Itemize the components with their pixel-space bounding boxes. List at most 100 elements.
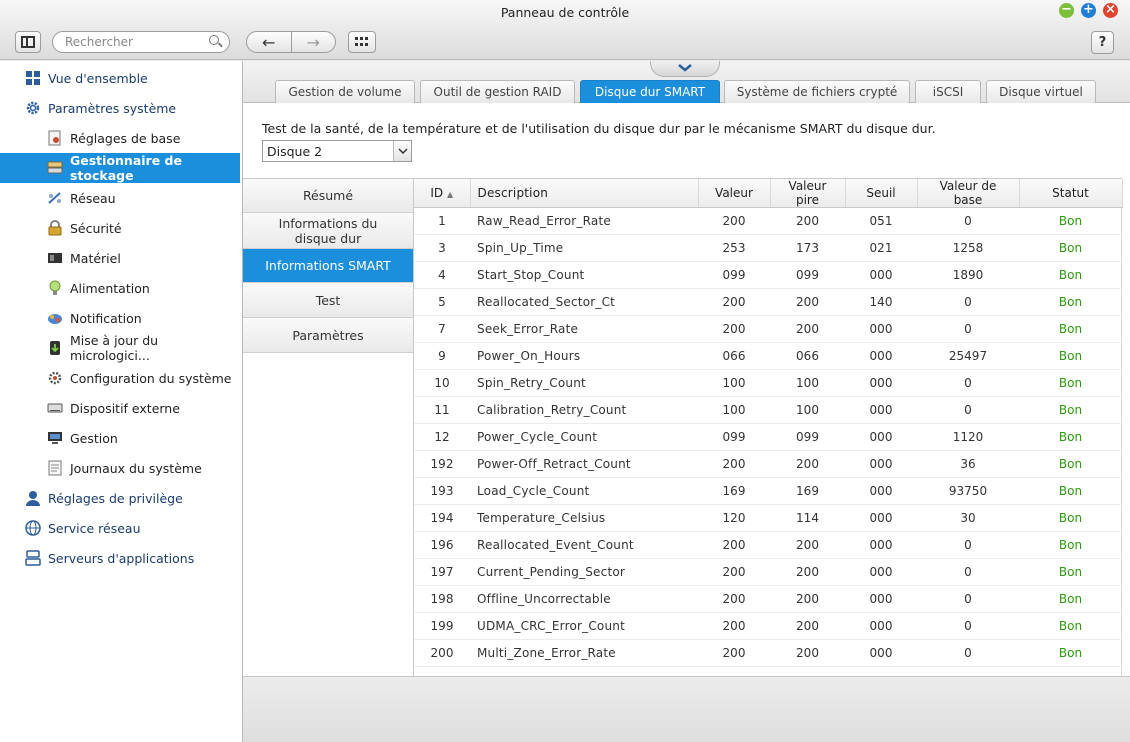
table-row[interactable]: 200 Multi_Zone_Error_Rate 200 200 000 0 Bon [414, 639, 1122, 667]
cell-description: UDMA_CRC_Error_Count [470, 612, 698, 640]
lock-icon [47, 220, 63, 236]
sidebar-item-network-service[interactable]: Service réseau [0, 513, 240, 543]
minimize-button[interactable]: − [1059, 3, 1074, 18]
table-row[interactable]: 7 Seek_Error_Rate 200 200 000 0 Bon [414, 315, 1122, 343]
table-row[interactable]: 11 Calibration_Retry_Count 100 100 000 0 Bon [414, 396, 1122, 424]
table-row[interactable]: 10 Spin_Retry_Count 100 100 000 0 Bon [414, 369, 1122, 397]
tab-virtual-disk[interactable]: Disque virtuel [986, 80, 1096, 103]
cell-worst: 100 [770, 369, 845, 397]
column-header-raw-value[interactable]: Valeur de base [917, 179, 1020, 208]
sidebar-item-hardware[interactable]: Matériel [0, 243, 240, 273]
column-header-label: ID [430, 186, 444, 200]
sidebar-item-security[interactable]: Sécurité [0, 213, 240, 243]
cell-id: 200 [414, 639, 470, 667]
column-header-threshold[interactable]: Seuil [845, 179, 918, 208]
chevron-down-icon[interactable] [393, 141, 411, 161]
sidebar-item-notification[interactable]: Notification [0, 303, 240, 333]
cell-status: Bon [1019, 234, 1122, 262]
cell-description: Temperature_Celsius [470, 504, 698, 532]
cell-status: Bon [1019, 369, 1122, 397]
table-row[interactable]: 1 Raw_Read_Error_Rate 200 200 051 0 Bon [414, 207, 1122, 235]
sidebar-item-firmware-update[interactable]: Mise à jour du micrologici... [0, 333, 240, 363]
sidebar-item-privilege-settings[interactable]: Réglages de privilège [0, 483, 240, 513]
search-box[interactable] [52, 31, 230, 53]
sidebar-item-system-configuration[interactable]: Configuration du système [0, 363, 240, 393]
cell-worst: 200 [770, 315, 845, 343]
table-row[interactable]: 197 Current_Pending_Sector 200 200 000 0 Bon [414, 558, 1122, 586]
sidebar-item-application-servers[interactable]: Serveurs d'applications [0, 543, 240, 573]
subnav-smart-info[interactable]: Informations SMART [243, 249, 413, 283]
forward-button[interactable]: → [292, 32, 336, 52]
sidebar-item-overview[interactable]: Vue d'ensemble [0, 63, 240, 93]
column-header-value[interactable]: Valeur [698, 179, 771, 208]
cell-threshold: 000 [845, 450, 917, 478]
column-header-worst[interactable]: Valeur pire [770, 179, 846, 208]
sidebar-item-system-logs[interactable]: Journaux du système [0, 453, 240, 483]
apps-grid-button[interactable] [348, 31, 376, 53]
sidebar-item-label: Paramètres système [48, 100, 177, 116]
column-header-id[interactable]: ID ▲ [414, 179, 471, 208]
cell-id: 193 [414, 477, 470, 505]
column-header-description[interactable]: Description [470, 179, 699, 208]
back-button[interactable]: ← [247, 32, 292, 52]
tab-hdd-smart[interactable]: Disque dur SMART [580, 80, 720, 103]
column-header-status[interactable]: Statut [1019, 179, 1123, 208]
cell-value: 200 [698, 288, 770, 316]
cell-value: 200 [698, 585, 770, 613]
sidebar-item-system-settings[interactable]: Paramètres système [0, 93, 240, 123]
cell-raw-value: 36 [917, 450, 1019, 478]
sidebar-item-label: Notification [70, 310, 142, 326]
cell-raw-value: 1120 [917, 423, 1019, 451]
tab-raid-management[interactable]: Outil de gestion RAID [420, 80, 575, 103]
close-button[interactable]: × [1103, 3, 1118, 18]
table-row[interactable]: 3 Spin_Up_Time 253 173 021 1258 Bon [414, 234, 1122, 262]
sidebar-item-label: Gestionnaire de stockage [70, 153, 182, 183]
chevron-down-icon [678, 64, 692, 72]
sidebar-item-network[interactable]: Réseau [0, 183, 240, 213]
external-device-icon [47, 400, 63, 416]
search-icon[interactable] [209, 35, 219, 45]
sidebar: Vue d'ensemble Paramètres système Réglag… [0, 61, 243, 742]
tab-encrypted-file-system[interactable]: Système de fichiers crypté [724, 80, 910, 103]
search-input[interactable] [65, 34, 205, 50]
cell-status: Bon [1019, 261, 1122, 289]
sidebar-item-storage-manager[interactable]: Gestionnaire de stockage [0, 153, 240, 183]
table-row[interactable]: 9 Power_On_Hours 066 066 000 25497 Bon [414, 342, 1122, 370]
sidebar-item-basic-settings[interactable]: Réglages de base [0, 123, 240, 153]
toggle-sidebar-button[interactable] [15, 31, 41, 53]
subnav-summary[interactable]: Résumé [243, 179, 413, 213]
sidebar-item-label: Journaux du système [70, 460, 202, 476]
cell-worst: 066 [770, 342, 845, 370]
main-panel: Gestion de volume Outil de gestion RAID … [243, 61, 1130, 742]
table-row[interactable]: 194 Temperature_Celsius 120 114 000 30 Bon [414, 504, 1122, 532]
table-row[interactable]: 196 Reallocated_Event_Count 200 200 000 0 Bon [414, 531, 1122, 559]
sidebar-item-power[interactable]: Alimentation [0, 273, 240, 303]
cell-id: 11 [414, 396, 470, 424]
table-row[interactable]: 198 Offline_Uncorrectable 200 200 000 0 Bon [414, 585, 1122, 613]
tab-volume-management[interactable]: Gestion de volume [275, 80, 415, 103]
tab-iscsi[interactable]: iSCSI [915, 80, 981, 103]
collapse-handle[interactable] [650, 61, 720, 77]
cell-worst: 200 [770, 558, 845, 586]
table-row[interactable]: 5 Reallocated_Sector_Ct 200 200 140 0 Bon [414, 288, 1122, 316]
cell-worst: 200 [770, 450, 845, 478]
cell-worst: 100 [770, 396, 845, 424]
table-row[interactable]: 192 Power-Off_Retract_Count 200 200 000 36 Bon [414, 450, 1122, 478]
disk-select[interactable]: Disque 2 [262, 140, 412, 162]
sidebar-item-external-device[interactable]: Dispositif externe [0, 393, 240, 423]
cell-raw-value: 0 [917, 558, 1019, 586]
subnav-test[interactable]: Test [243, 283, 413, 318]
subnav-disk-info[interactable]: Informations du disque dur [243, 213, 413, 249]
sidebar-item-label: Gestion [70, 430, 118, 446]
monitor-icon [47, 430, 63, 446]
help-button[interactable]: ? [1091, 31, 1114, 54]
sidebar-item-management[interactable]: Gestion [0, 423, 240, 453]
maximize-button[interactable]: + [1081, 3, 1096, 18]
cell-id: 10 [414, 369, 470, 397]
subnav-settings[interactable]: Paramètres [243, 318, 413, 353]
sidebar-item-label: Réglages de privilège [48, 490, 183, 506]
table-row[interactable]: 199 UDMA_CRC_Error_Count 200 200 000 0 Bon [414, 612, 1122, 640]
table-row[interactable]: 4 Start_Stop_Count 099 099 000 1890 Bon [414, 261, 1122, 289]
table-row[interactable]: 12 Power_Cycle_Count 099 099 000 1120 Bon [414, 423, 1122, 451]
table-row[interactable]: 193 Load_Cycle_Count 169 169 000 93750 Bon [414, 477, 1122, 505]
